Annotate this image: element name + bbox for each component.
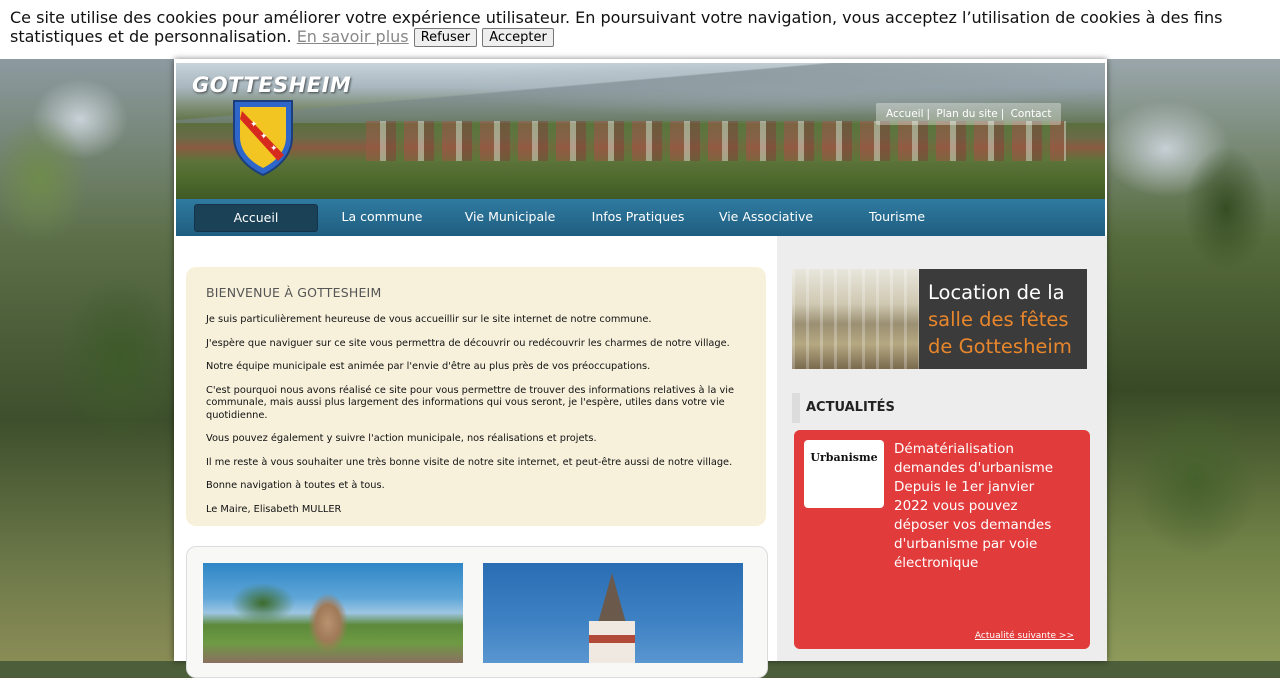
welcome-box: BIENVENUE À GOTTESHEIM Je suis particuli… <box>186 267 766 526</box>
nav-item-la-commune[interactable]: La commune <box>320 204 444 230</box>
welcome-title: BIENVENUE À GOTTESHEIM <box>206 285 382 300</box>
nav-item-accueil[interactable]: Accueil <box>194 204 318 232</box>
main-nav: Accueil La commune Vie Municipale Infos … <box>176 199 1105 236</box>
hall-banner-text: Location de la salle des fêtes de Gottes… <box>928 279 1087 360</box>
welcome-paragraph: J'espère que naviguer sur ce site vous p… <box>206 337 730 349</box>
background-scenery-right <box>1106 59 1280 661</box>
sidebar: Location de la salle des fêtes de Gottes… <box>777 236 1107 661</box>
photo-gallery <box>186 546 768 678</box>
top-link-accueil[interactable]: Accueil <box>884 108 926 120</box>
svg-text:✦: ✦ <box>270 144 278 154</box>
top-link-separator: | <box>926 108 931 120</box>
news-next-link[interactable]: Actualité suivante >> <box>975 631 1074 641</box>
hall-banner-line1: Location de la <box>928 281 1065 304</box>
church-tower-band <box>589 635 635 643</box>
nav-item-tourisme[interactable]: Tourisme <box>832 204 962 230</box>
site-title[interactable]: GOTTESHEIM <box>192 73 351 97</box>
hall-rental-banner[interactable]: Location de la salle des fêtes de Gottes… <box>792 269 1087 369</box>
welcome-paragraph: Je suis particulièrement heureuse de vou… <box>206 314 652 325</box>
svg-text:✦: ✦ <box>250 120 258 130</box>
fountain-photo[interactable] <box>203 563 463 663</box>
hall-photo <box>792 269 919 369</box>
news-headline[interactable]: Dématérialisation demandes d'urbanisme D… <box>894 440 1054 573</box>
cookie-learn-more-link[interactable]: En savoir plus <box>297 27 409 46</box>
top-link-contact[interactable]: Contact <box>1009 108 1054 120</box>
welcome-paragraph: Vous pouvez également y suivre l'action … <box>206 433 597 444</box>
top-link-separator: | <box>1000 108 1005 120</box>
church-photo[interactable] <box>483 563 743 663</box>
nav-item-vie-associative[interactable]: Vie Associative <box>704 204 828 230</box>
cookie-banner: Ce site utilise des cookies pour amélior… <box>0 0 1280 59</box>
welcome-paragraph: C'est pourquoi nous avons réalisé ce sit… <box>206 384 735 421</box>
news-marker <box>792 393 800 423</box>
cookie-accept-button[interactable]: Accepter <box>482 28 554 47</box>
top-links: Accueil | Plan du site | Contact <box>876 103 1062 125</box>
news-header: ACTUALITÉS <box>792 393 1088 423</box>
welcome-paragraph: Notre équipe municipale est animée par l… <box>206 361 651 372</box>
header-village <box>366 121 1066 161</box>
hall-banner-line3: de Gottesheim <box>928 335 1072 358</box>
news-category-tag: Urbanisme <box>804 440 884 508</box>
top-link-sitemap[interactable]: Plan du site <box>934 108 999 120</box>
welcome-signature: Le Maire, Elisabeth MULLER <box>206 503 342 515</box>
header-banner: GOTTESHEIM ✦ ✦ ✦ Accueil | Plan du site | … <box>176 63 1105 199</box>
nav-item-vie-municipale[interactable]: Vie Municipale <box>448 204 572 230</box>
background-scenery-left <box>0 59 175 661</box>
news-title: ACTUALITÉS <box>806 400 895 415</box>
page-container: GOTTESHEIM ✦ ✦ ✦ Accueil | Plan du site | … <box>174 59 1107 678</box>
news-card[interactable]: Urbanisme Dématérialisation demandes d'u… <box>794 430 1090 649</box>
nav-item-infos-pratiques[interactable]: Infos Pratiques <box>576 204 700 230</box>
welcome-paragraph: Il me reste à vous souhaiter une très bo… <box>206 456 733 468</box>
svg-text:✦: ✦ <box>260 132 268 142</box>
church-spire <box>598 573 626 623</box>
hall-banner-line2: salle des fêtes <box>928 308 1069 331</box>
coat-of-arms-icon[interactable]: ✦ ✦ ✦ <box>228 97 298 177</box>
cookie-message: Ce site utilise des cookies pour amélior… <box>10 8 1223 46</box>
cookie-refuse-button[interactable]: Refuser <box>413 28 478 47</box>
welcome-paragraph: Bonne navigation à toutes et à tous. <box>206 480 385 491</box>
main-content: BIENVENUE À GOTTESHEIM Je suis particuli… <box>174 236 777 678</box>
